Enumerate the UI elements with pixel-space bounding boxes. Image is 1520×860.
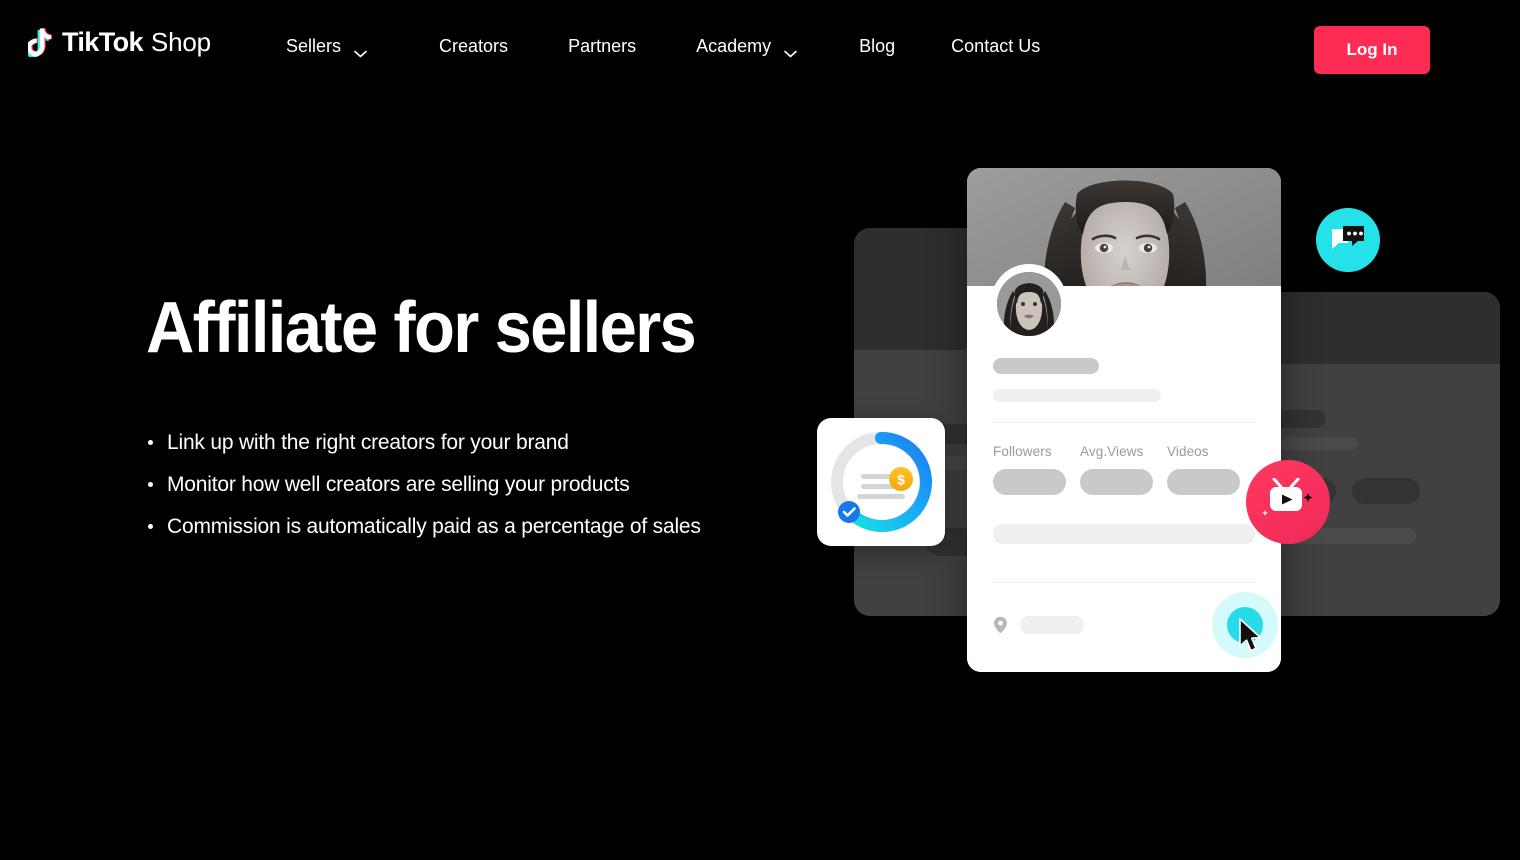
list-item-label: Link up with the right creators for your… [167,431,569,454]
hero-feature-list: Link up with the right creators for your… [148,428,828,554]
donut-chart: $ [831,431,933,532]
avatar [993,268,1065,340]
stat-value-skeleton [1167,469,1240,495]
list-item-label: Monitor how well creators are selling yo… [167,473,630,496]
nav-item-sellers-label: Sellers [286,35,342,56]
list-item-label: Commission is automatically paid as a pe… [167,515,701,538]
location-skeleton [1020,616,1084,634]
nav-item-partners-label: Partners [568,35,637,56]
subtitle-skeleton [993,389,1161,402]
list-item: Commission is automatically paid as a pe… [148,512,828,542]
logo-text-tiktok: TikTok [62,27,144,57]
tv-play-icon [1262,478,1313,516]
bullet-point-icon [148,524,153,529]
list-item: Link up with the right creators for your… [148,428,828,458]
stat-label: Followers [993,444,1052,459]
nav-item-creators-label: Creators [439,35,509,56]
nav-item-academy-label: Academy [696,35,772,56]
earnings-donut-card: $ [817,418,945,546]
page-title: Affiliate for sellers [146,288,697,368]
stat-label: Avg.Views [1080,444,1144,459]
chat-bubbles-icon [1332,226,1364,249]
tiktok-shop-logo[interactable]: TikTok Shop [28,22,211,62]
tiktok-music-note-icon [28,27,56,57]
nav-item-creators[interactable]: Creators [439,30,508,62]
chevron-down-icon [784,42,797,58]
ghost-skeleton-pill [1352,478,1420,504]
nav-item-contact-us[interactable]: Contact Us [951,30,1040,62]
list-item: Monitor how well creators are selling yo… [148,470,828,500]
logo-text-shop: Shop [150,27,211,57]
chevron-down-icon [354,42,367,58]
avatar-image [997,272,1061,336]
nav-item-contact-us-label: Contact Us [951,35,1041,56]
chat-badge [1316,208,1380,272]
stat-label: Videos [1167,444,1209,459]
video-badge [1246,460,1330,544]
nav-item-partners[interactable]: Partners [568,30,636,62]
divider [993,582,1255,583]
nav-item-blog-label: Blog [859,35,896,56]
stat-avg-views: Avg.Views [1080,444,1167,495]
content-skeleton [993,524,1255,544]
top-navigation-bar: TikTok Shop Sellers Creators Partners Ac… [0,0,1520,96]
stat-value-skeleton [993,469,1066,495]
nav-item-blog[interactable]: Blog [859,30,895,62]
location-row [993,616,1084,634]
login-button[interactable]: Log In [1314,26,1430,74]
bullet-point-icon [148,482,153,487]
nav-links: Sellers Creators Partners Academy Blog C… [286,30,1040,62]
bullet-point-icon [148,440,153,445]
stats-row: Followers Avg.Views Videos [993,444,1255,495]
stat-followers: Followers [993,444,1080,495]
svg-text:$: $ [897,472,905,488]
stat-videos: Videos [1167,444,1254,495]
hero-illustration: Followers Avg.Views Videos $ [810,150,1500,690]
name-skeleton [993,358,1099,374]
page-root: TikTok Shop Sellers Creators Partners Ac… [0,0,1520,860]
stat-value-skeleton [1080,469,1153,495]
mouse-cursor [1238,618,1264,654]
divider [993,422,1255,423]
nav-item-sellers[interactable]: Sellers [286,30,367,62]
nav-item-academy[interactable]: Academy [696,30,797,62]
location-pin-icon [993,616,1008,634]
